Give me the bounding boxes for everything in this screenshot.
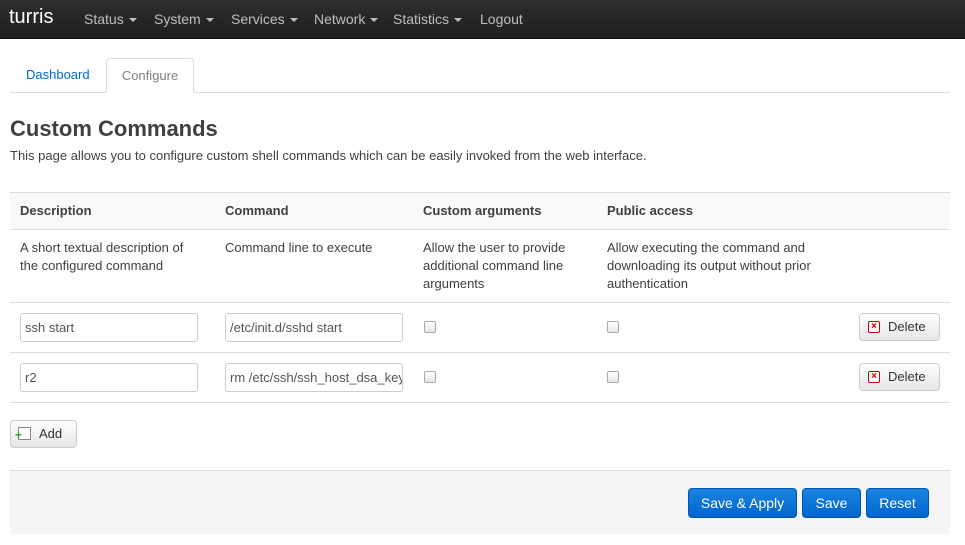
- custom-arguments-checkbox[interactable]: [424, 321, 436, 333]
- header-custom-arguments: Custom arguments: [423, 203, 542, 218]
- table-header: Description Command Custom arguments Pub…: [10, 192, 950, 230]
- add-button[interactable]: Add: [10, 420, 77, 448]
- command-input[interactable]: rm /etc/ssh/ssh_host_dsa_key: [225, 363, 403, 392]
- save-button[interactable]: Save: [802, 488, 861, 518]
- description-hint: A short textual description of the confi…: [20, 240, 184, 273]
- public-access-hint: Allow executing the command and download…: [607, 240, 811, 291]
- command-hint: Command line to execute: [225, 240, 373, 255]
- reset-button[interactable]: Reset: [866, 488, 929, 518]
- add-label: Add: [39, 426, 63, 441]
- page-description: This page allows you to configure custom…: [10, 148, 647, 163]
- commands-table: Description Command Custom arguments Pub…: [10, 192, 950, 403]
- table-row: ssh start /etc/init.d/sshd start × Delet…: [10, 303, 950, 353]
- delete-button[interactable]: × Delete: [859, 313, 940, 341]
- nav-status[interactable]: Status: [84, 11, 137, 27]
- command-input[interactable]: /etc/init.d/sshd start: [225, 313, 403, 342]
- tab-dashboard[interactable]: Dashboard: [11, 58, 105, 93]
- page-title: Custom Commands: [10, 116, 218, 141]
- nav-statistics[interactable]: Statistics: [393, 11, 463, 27]
- public-access-checkbox[interactable]: [607, 371, 619, 383]
- tab-configure[interactable]: Configure: [106, 58, 194, 93]
- description-input[interactable]: r2: [20, 363, 198, 392]
- caret-down-icon: [370, 18, 379, 23]
- nav-logout[interactable]: Logout: [480, 11, 523, 27]
- description-input[interactable]: ssh start: [20, 313, 198, 342]
- delete-icon: ×: [868, 371, 880, 383]
- delete-label: Delete: [888, 319, 926, 334]
- nav-system[interactable]: System: [154, 11, 214, 27]
- caret-down-icon: [289, 18, 298, 23]
- nav-services[interactable]: Services: [231, 11, 298, 27]
- brand-logo[interactable]: turris: [9, 6, 53, 29]
- custom-arguments-checkbox[interactable]: [424, 371, 436, 383]
- table-description-row: A short textual description of the confi…: [10, 230, 950, 303]
- delete-label: Delete: [888, 369, 926, 384]
- delete-button[interactable]: × Delete: [859, 363, 940, 391]
- caret-down-icon: [454, 18, 463, 23]
- form-actions: Save & Apply Save Reset: [10, 470, 950, 534]
- nav-network[interactable]: Network: [314, 11, 379, 27]
- add-icon: [15, 422, 31, 448]
- caret-down-icon: [128, 18, 137, 23]
- public-access-checkbox[interactable]: [607, 321, 619, 333]
- header-description: Description: [20, 203, 92, 218]
- top-navbar: turris Status System Services Network St…: [0, 0, 965, 39]
- save-apply-button[interactable]: Save & Apply: [688, 488, 797, 518]
- caret-down-icon: [205, 18, 214, 23]
- table-row: r2 rm /etc/ssh/ssh_host_dsa_key × Delete: [10, 353, 950, 403]
- delete-icon: ×: [868, 321, 880, 333]
- custom-arguments-hint: Allow the user to provide additional com…: [423, 240, 566, 291]
- header-command: Command: [225, 203, 289, 218]
- header-public-access: Public access: [607, 203, 693, 218]
